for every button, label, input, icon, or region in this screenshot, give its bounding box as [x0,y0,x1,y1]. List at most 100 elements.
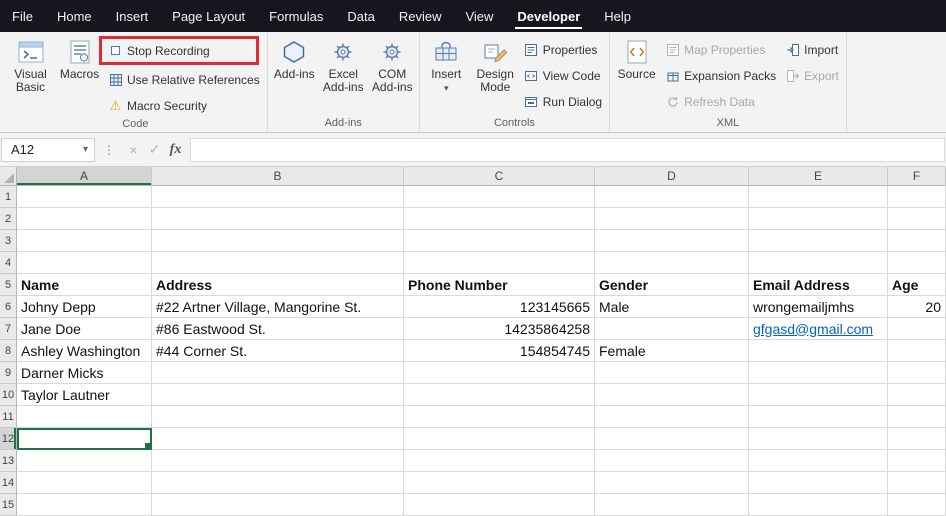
cell-A7[interactable]: Jane Doe [17,318,152,340]
cell-F12[interactable] [888,428,946,450]
cell-C10[interactable] [404,384,595,406]
cell-F2[interactable] [888,208,946,230]
column-header-C[interactable]: C [404,167,595,186]
cell-A15[interactable] [17,494,152,516]
cell-D12[interactable] [595,428,749,450]
row-header-6[interactable]: 6 [0,296,17,318]
email-link[interactable]: gfgasd@gmail.com [753,321,873,337]
column-header-D[interactable]: D [595,167,749,186]
cell-E10[interactable] [749,384,888,406]
cell-C8[interactable]: 154854745 [404,340,595,362]
expansion-packs-button[interactable]: Expansion Packs [662,64,780,87]
cell-D2[interactable] [595,208,749,230]
cell-C3[interactable] [404,230,595,252]
cell-E3[interactable] [749,230,888,252]
cell-D14[interactable] [595,472,749,494]
cell-E11[interactable] [749,406,888,428]
column-header-E[interactable]: E [749,167,888,186]
cell-A13[interactable] [17,450,152,472]
cell-C4[interactable] [404,252,595,274]
tab-formulas[interactable]: Formulas [257,0,335,32]
cell-F5[interactable]: Age [888,274,946,296]
cell-F3[interactable] [888,230,946,252]
row-header-11[interactable]: 11 [0,406,17,428]
cell-F13[interactable] [888,450,946,472]
cell-A2[interactable] [17,208,152,230]
row-header-15[interactable]: 15 [0,494,17,516]
cell-A4[interactable] [17,252,152,274]
cell-A8[interactable]: Ashley Washington [17,340,152,362]
cell-D15[interactable] [595,494,749,516]
cell-A10[interactable]: Taylor Lautner [17,384,152,406]
cell-C9[interactable] [404,362,595,384]
cell-C6[interactable]: 123145665 [404,296,595,318]
tab-developer[interactable]: Developer [505,0,592,32]
cell-A11[interactable] [17,406,152,428]
cell-D11[interactable] [595,406,749,428]
cancel-icon[interactable]: × [123,142,144,158]
cell-C2[interactable] [404,208,595,230]
cell-C5[interactable]: Phone Number [404,274,595,296]
com-add-ins-button[interactable]: COM Add-ins [369,35,416,115]
cell-B7[interactable]: #86 Eastwood St. [152,318,404,340]
cell-D8[interactable]: Female [595,340,749,362]
cell-F11[interactable] [888,406,946,428]
tab-page-layout[interactable]: Page Layout [160,0,257,32]
cell-E13[interactable] [749,450,888,472]
insert-function-icon[interactable]: fx [165,142,186,158]
tab-review[interactable]: Review [387,0,454,32]
cell-E2[interactable] [749,208,888,230]
name-box-chevron-icon[interactable]: ▾ [83,144,94,155]
cell-E1[interactable] [749,186,888,208]
cell-F8[interactable] [888,340,946,362]
cell-B14[interactable] [152,472,404,494]
export-button[interactable]: Export [782,64,843,87]
cell-C13[interactable] [404,450,595,472]
cell-F7[interactable] [888,318,946,340]
cell-F14[interactable] [888,472,946,494]
properties-button[interactable]: Properties [521,38,606,61]
cell-D13[interactable] [595,450,749,472]
cell-E14[interactable] [749,472,888,494]
view-code-button[interactable]: View Code [521,64,606,87]
cell-E9[interactable] [749,362,888,384]
cell-E8[interactable] [749,340,888,362]
import-button[interactable]: Import [782,38,843,61]
row-header-14[interactable]: 14 [0,472,17,494]
cell-B1[interactable] [152,186,404,208]
cell-C1[interactable] [404,186,595,208]
macro-security-button[interactable]: ⚠ Macro Security [105,94,264,117]
cell-B11[interactable] [152,406,404,428]
cell-F6[interactable]: 20 [888,296,946,318]
cell-E7[interactable]: gfgasd@gmail.com [749,318,888,340]
cell-E15[interactable] [749,494,888,516]
tab-file[interactable]: File [0,0,45,32]
cell-C7[interactable]: 14235864258 [404,318,595,340]
tab-home[interactable]: Home [45,0,104,32]
formula-input[interactable] [190,138,945,162]
cell-B5[interactable]: Address [152,274,404,296]
column-header-A[interactable]: A [17,167,152,186]
source-button[interactable]: Source [613,35,660,115]
insert-control-button[interactable]: Insert ▾ [423,35,470,115]
cell-F1[interactable] [888,186,946,208]
cell-B6[interactable]: #22 Artner Village, Mangorine St. [152,296,404,318]
cell-B3[interactable] [152,230,404,252]
column-header-B[interactable]: B [152,167,404,186]
row-header-9[interactable]: 9 [0,362,17,384]
cell-F4[interactable] [888,252,946,274]
cell-D4[interactable] [595,252,749,274]
cell-B13[interactable] [152,450,404,472]
refresh-data-button[interactable]: Refresh Data [662,90,780,113]
cell-F9[interactable] [888,362,946,384]
row-header-3[interactable]: 3 [0,230,17,252]
cell-E5[interactable]: Email Address [749,274,888,296]
cell-F10[interactable] [888,384,946,406]
tab-insert[interactable]: Insert [104,0,161,32]
cell-B8[interactable]: #44 Corner St. [152,340,404,362]
cell-A5[interactable]: Name [17,274,152,296]
cell-C15[interactable] [404,494,595,516]
cell-C14[interactable] [404,472,595,494]
row-header-13[interactable]: 13 [0,450,17,472]
cell-C11[interactable] [404,406,595,428]
